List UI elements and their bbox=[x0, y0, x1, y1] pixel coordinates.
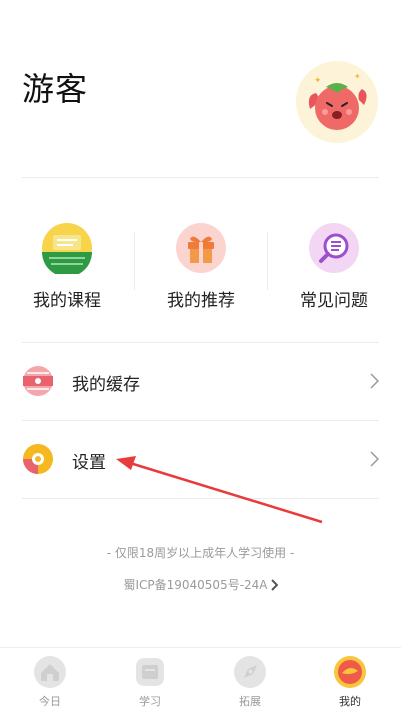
book-icon bbox=[42, 223, 92, 274]
quick-divider-2 bbox=[267, 232, 268, 290]
tomato-mascot-avatar-icon[interactable]: ✦ ✦ bbox=[296, 61, 378, 143]
my-courses-button[interactable]: 我的课程 bbox=[0, 222, 134, 312]
quick-links-divider bbox=[22, 342, 379, 343]
my-recommend-label: 我的推荐 bbox=[167, 291, 235, 311]
quick-divider-1 bbox=[134, 232, 135, 290]
chevron-right-icon bbox=[270, 579, 278, 591]
menu-divider-2 bbox=[22, 498, 379, 499]
settings-item[interactable]: 设置 bbox=[22, 439, 379, 479]
icp-text: 蜀ICP备19040505号-24A bbox=[123, 578, 268, 592]
my-cache-label: 我的缓存 bbox=[72, 375, 140, 395]
age-notice: - 仅限18周岁以上成年人学习使用 - bbox=[106, 546, 295, 560]
tab-mine[interactable]: 我的 bbox=[300, 648, 400, 714]
tab-mine-label: 我的 bbox=[339, 695, 361, 708]
svg-text:✦: ✦ bbox=[354, 72, 361, 81]
chevron-right-icon bbox=[370, 451, 379, 467]
tab-today-label: 今日 bbox=[39, 695, 61, 708]
settings-gear-icon bbox=[23, 444, 53, 474]
profile-icon bbox=[334, 656, 366, 688]
faq-label: 常见问题 bbox=[300, 291, 368, 311]
bottom-tab-bar: 今日 学习 拓展 我的 bbox=[0, 647, 401, 714]
svg-text:✦: ✦ bbox=[314, 76, 322, 86]
tab-explore-label: 拓展 bbox=[239, 695, 261, 708]
tab-study-label: 学习 bbox=[139, 695, 161, 708]
tab-today[interactable]: 今日 bbox=[0, 648, 100, 714]
icp-link[interactable]: 蜀ICP备19040505号-24A bbox=[0, 576, 401, 593]
tab-study[interactable]: 学习 bbox=[100, 648, 200, 714]
faq-button[interactable]: 常见问题 bbox=[267, 222, 401, 312]
menu-divider-1 bbox=[22, 420, 379, 421]
chevron-right-icon bbox=[370, 373, 379, 389]
my-courses-label: 我的课程 bbox=[33, 291, 101, 311]
tab-explore[interactable]: 拓展 bbox=[200, 648, 300, 714]
explore-icon bbox=[234, 656, 266, 688]
my-cache-item[interactable]: 我的缓存 bbox=[22, 361, 379, 401]
home-icon bbox=[34, 656, 66, 688]
header-divider bbox=[22, 177, 379, 178]
quick-links: 我的课程 我的推荐 常见问题 bbox=[0, 222, 401, 312]
settings-label: 设置 bbox=[72, 453, 106, 473]
username: 游客 bbox=[22, 70, 89, 108]
search-question-icon bbox=[309, 223, 359, 273]
study-icon bbox=[136, 658, 164, 686]
gift-icon bbox=[176, 223, 226, 273]
cache-icon bbox=[23, 366, 53, 396]
my-recommend-button[interactable]: 我的推荐 bbox=[134, 222, 268, 312]
